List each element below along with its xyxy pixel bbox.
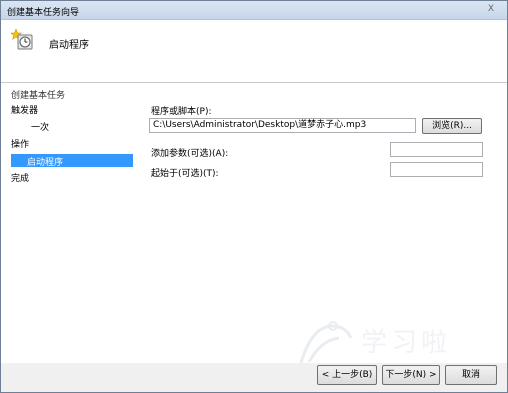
page-title: 启动程序 (49, 40, 89, 51)
watermark-icon (299, 321, 353, 364)
sidebar-heading: 创建基本任务 (11, 91, 66, 101)
window-title: 创建基本任务向导 (7, 8, 80, 18)
sidebar-item-finish[interactable]: 完成 (11, 171, 29, 184)
sidebar-item-start-program[interactable]: 启动程序 (11, 154, 133, 168)
program-label: 程序或脚本(P): (151, 107, 212, 117)
start-in-field[interactable] (390, 162, 483, 177)
watermark-logo: 学习啦 (291, 318, 491, 368)
clock-star-icon (9, 28, 35, 51)
arguments-field[interactable] (390, 142, 483, 157)
sidebar-item-once[interactable]: 一次 (31, 120, 49, 133)
wizard-header: 启动程序 (1, 20, 507, 83)
title-bar: 创建基本任务向导 X (1, 1, 507, 20)
arguments-label: 添加参数(可选)(A): (151, 149, 229, 159)
sidebar-item-action[interactable]: 操作 (11, 137, 29, 150)
next-button[interactable]: 下一步(N) > (382, 365, 440, 385)
browse-button[interactable]: 浏览(R)... (422, 118, 482, 134)
sidebar-item-trigger[interactable]: 触发器 (11, 103, 38, 116)
start-in-label: 起始于(可选)(T): (151, 169, 219, 179)
sidebar-item-label: 启动程序 (27, 158, 64, 168)
close-button[interactable]: X (479, 3, 503, 16)
cancel-button[interactable]: 取消 (445, 365, 497, 385)
program-field[interactable]: C:\Users\Administrator\Desktop\道梦赤子心.mp3 (149, 118, 416, 133)
watermark-text: 学习啦 (361, 328, 452, 358)
wizard-window: 创建基本任务向导 X 启动程序 创建基本任务 触发器 一次 操作 启动程序 完成… (0, 0, 508, 393)
